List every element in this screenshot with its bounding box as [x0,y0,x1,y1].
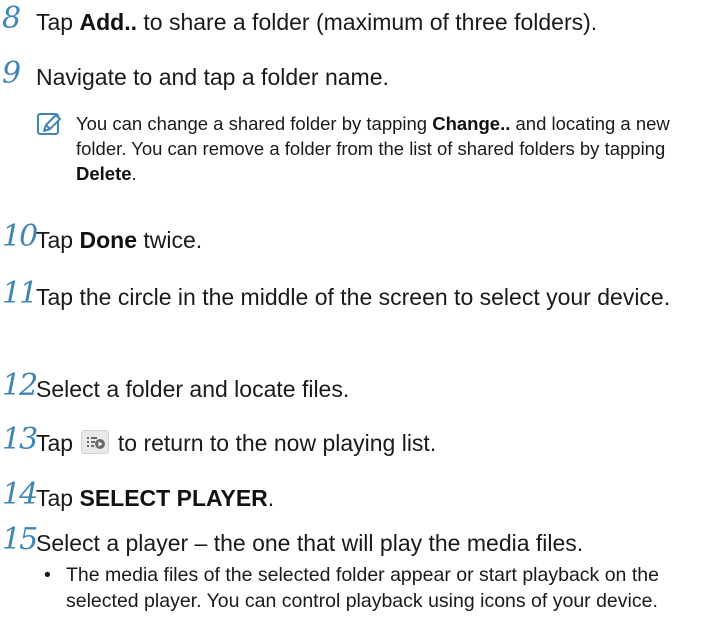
step-number: 15 [2,522,38,557]
step-number: 11 [2,276,38,311]
step-text: Navigate to and tap a folder name. [36,64,389,90]
step-number: 8 [2,1,21,36]
step-text: Tap Add.. to share a folder (maximum of … [36,9,598,35]
step-text: Select a folder and locate files. [36,376,350,402]
add-label: Add.. [79,9,137,35]
now-playing-list-icon [81,430,110,454]
note-text: You can change a shared folder by tappin… [76,113,670,184]
step-text: Select a player – the one that will play… [36,530,584,556]
done-label: Done [79,227,137,253]
step-number: 9 [2,56,21,91]
step-number: 12 [2,368,38,403]
select-player-label: SELECT PLAYER [79,485,268,511]
delete-label: Delete [76,163,132,184]
step-number: 10 [2,219,38,254]
step-number: 13 [2,422,38,457]
step-text: Tap Done twice. [36,227,203,253]
step-text: Tap SELECT PLAYER. [36,485,275,511]
step-text: Tap to return to the now playing list. [36,430,437,456]
step-number: 14 [2,477,38,512]
step-text: Tap the circle in the middle of the scre… [36,284,671,310]
change-label: Change.. [432,113,511,134]
bullet-text: The media files of the selected folder a… [66,564,659,612]
note-pencil-icon [36,112,62,144]
bullet-dot: • [44,564,51,586]
